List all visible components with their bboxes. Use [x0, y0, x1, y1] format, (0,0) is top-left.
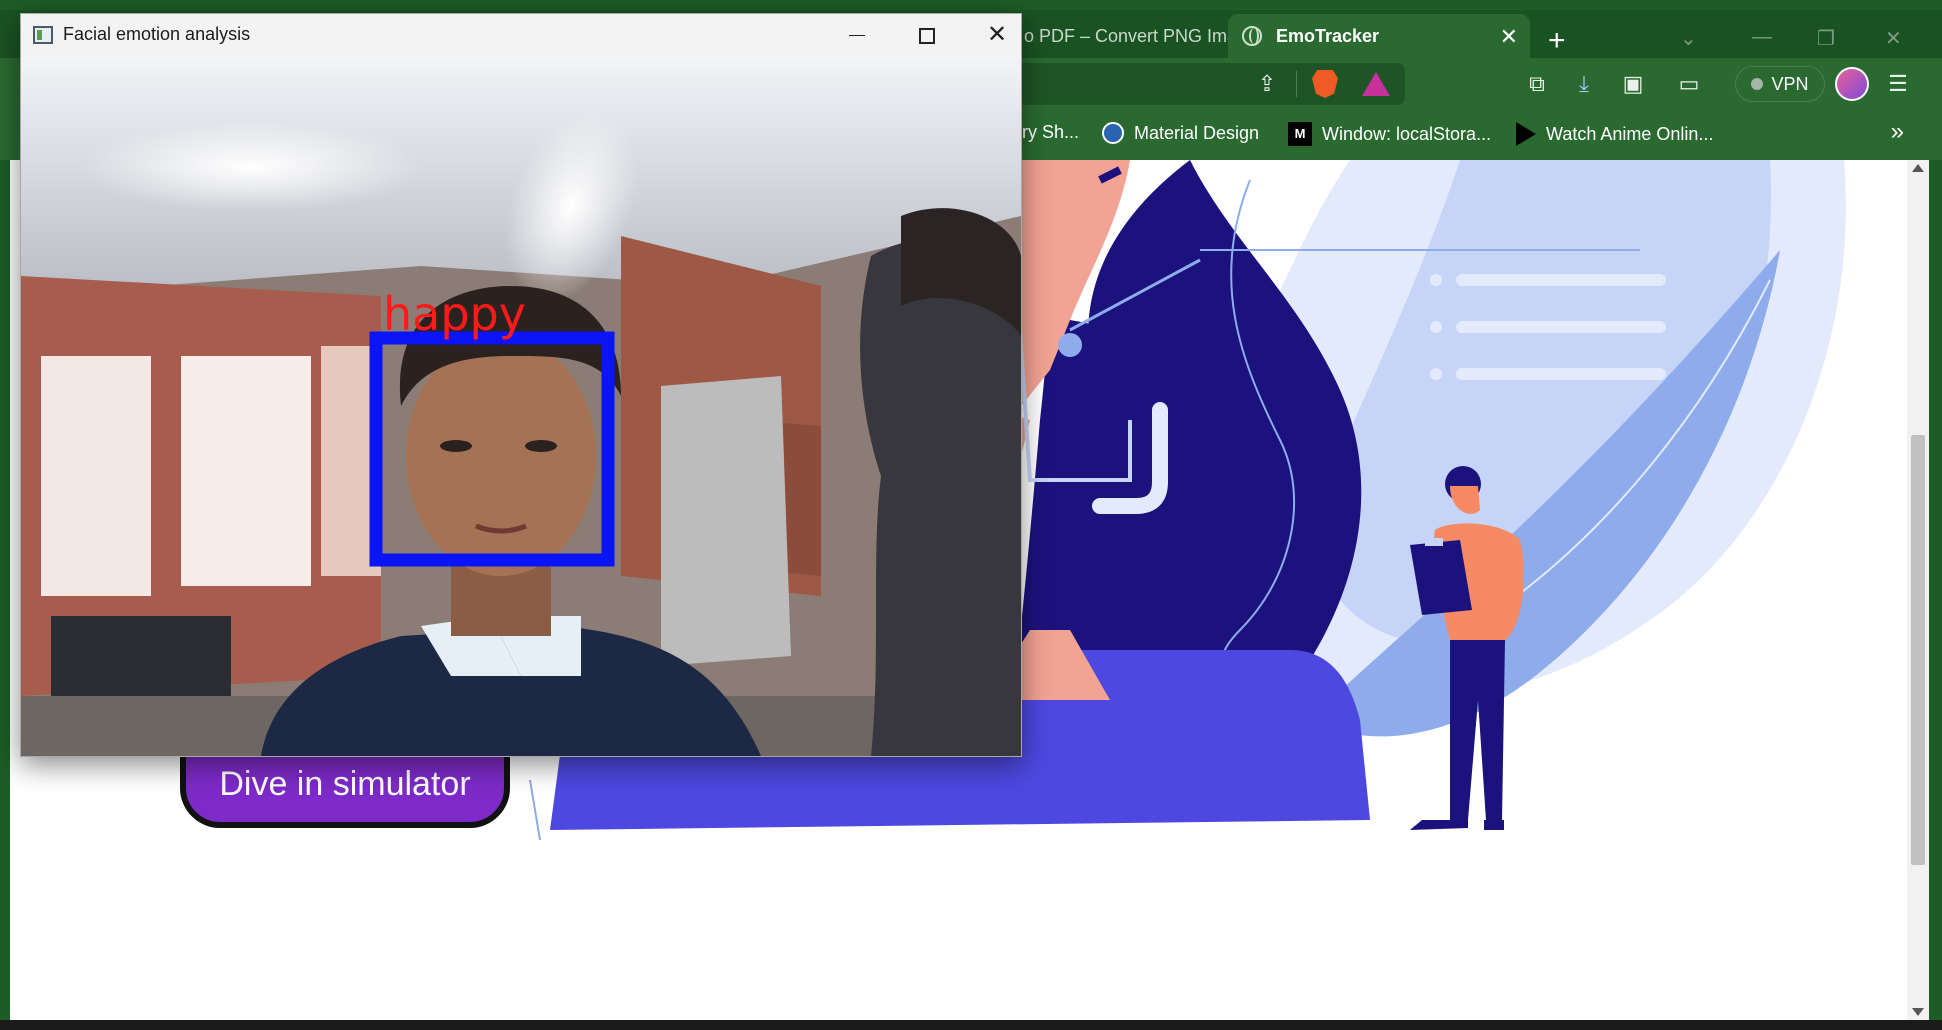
window-restore-icon[interactable]: ❐	[1817, 26, 1835, 51]
cv-maximize-button[interactable]	[907, 21, 947, 49]
mdn-icon: M	[1288, 122, 1312, 146]
tab-png-to-pdf[interactable]: o PDF – Convert PNG Ima	[1010, 14, 1228, 58]
vpn-label: VPN	[1771, 73, 1809, 94]
scroll-down-arrow-icon[interactable]	[1912, 1008, 1924, 1016]
vpn-button[interactable]: VPN	[1735, 66, 1825, 102]
webcam-scene: happy	[21, 56, 1021, 756]
material-design-icon	[1102, 122, 1124, 144]
menu-hamburger-icon[interactable]: ☰	[1885, 72, 1911, 96]
tab-label: EmoTracker	[1276, 25, 1380, 46]
app-window-icon	[33, 26, 53, 44]
facial-emotion-analysis-window[interactable]: Facial emotion analysis ✕ happy	[20, 13, 1022, 757]
brave-shields-icon[interactable]	[1312, 70, 1338, 98]
cv-window-titlebar[interactable]: Facial emotion analysis ✕	[21, 14, 1021, 56]
bookmark-label: ery Sh...	[1012, 122, 1080, 142]
tab-search-chevron-icon[interactable]: ⌄	[1680, 26, 1697, 51]
webcam-frame: happy	[21, 56, 1021, 756]
sidebar-toggle-icon[interactable]: ▣	[1620, 72, 1646, 96]
brave-rewards-icon[interactable]	[1362, 72, 1390, 96]
bookmarks-overflow-icon[interactable]: »	[1891, 118, 1904, 146]
bookmark-material-design[interactable]: Material Design	[1102, 122, 1259, 144]
scroll-thumb[interactable]	[1911, 435, 1925, 865]
wallet-icon[interactable]: ▭	[1676, 72, 1702, 96]
scroll-up-arrow-icon[interactable]	[1912, 164, 1924, 172]
tab-label: o PDF – Convert PNG Ima	[1024, 25, 1228, 46]
taskbar-edge	[0, 1020, 1942, 1030]
window-close-icon[interactable]: ✕	[1885, 26, 1902, 51]
new-tab-button[interactable]: +	[1548, 24, 1566, 58]
cv-minimize-button[interactable]	[837, 21, 877, 49]
emotion-label: happy	[383, 287, 526, 341]
bookmark-watch-anime[interactable]: Watch Anime Onlin...	[1516, 122, 1713, 146]
tab-close-icon[interactable]: ✕	[1500, 24, 1518, 50]
bookmark-item[interactable]: ery Sh...	[1012, 122, 1079, 143]
globe-icon	[1242, 26, 1262, 46]
share-icon[interactable]: ⇪	[1254, 72, 1280, 96]
play-icon	[1516, 122, 1536, 146]
bookmark-label: Material Design	[1134, 122, 1260, 143]
vpn-status-icon	[1751, 78, 1764, 90]
cv-window-title: Facial emotion analysis	[63, 24, 251, 44]
bookmark-label: Window: localStora...	[1322, 123, 1492, 144]
toolbar-divider	[1296, 71, 1297, 97]
cv-close-button[interactable]: ✕	[977, 21, 1017, 49]
address-bar[interactable]: ⇪	[1010, 63, 1405, 105]
bookmark-label: Watch Anime Onlin...	[1546, 123, 1714, 144]
profile-avatar[interactable]	[1835, 67, 1869, 101]
window-minimize-icon[interactable]: —	[1752, 26, 1772, 49]
page-scrollbar[interactable]	[1907, 160, 1929, 1020]
bookmark-window-localstorage[interactable]: M Window: localStora...	[1288, 122, 1491, 146]
tab-emotracker[interactable]: EmoTracker ✕	[1228, 14, 1530, 58]
extensions-icon[interactable]: ⧉	[1524, 72, 1550, 96]
download-icon[interactable]: ⤓	[1571, 72, 1597, 96]
